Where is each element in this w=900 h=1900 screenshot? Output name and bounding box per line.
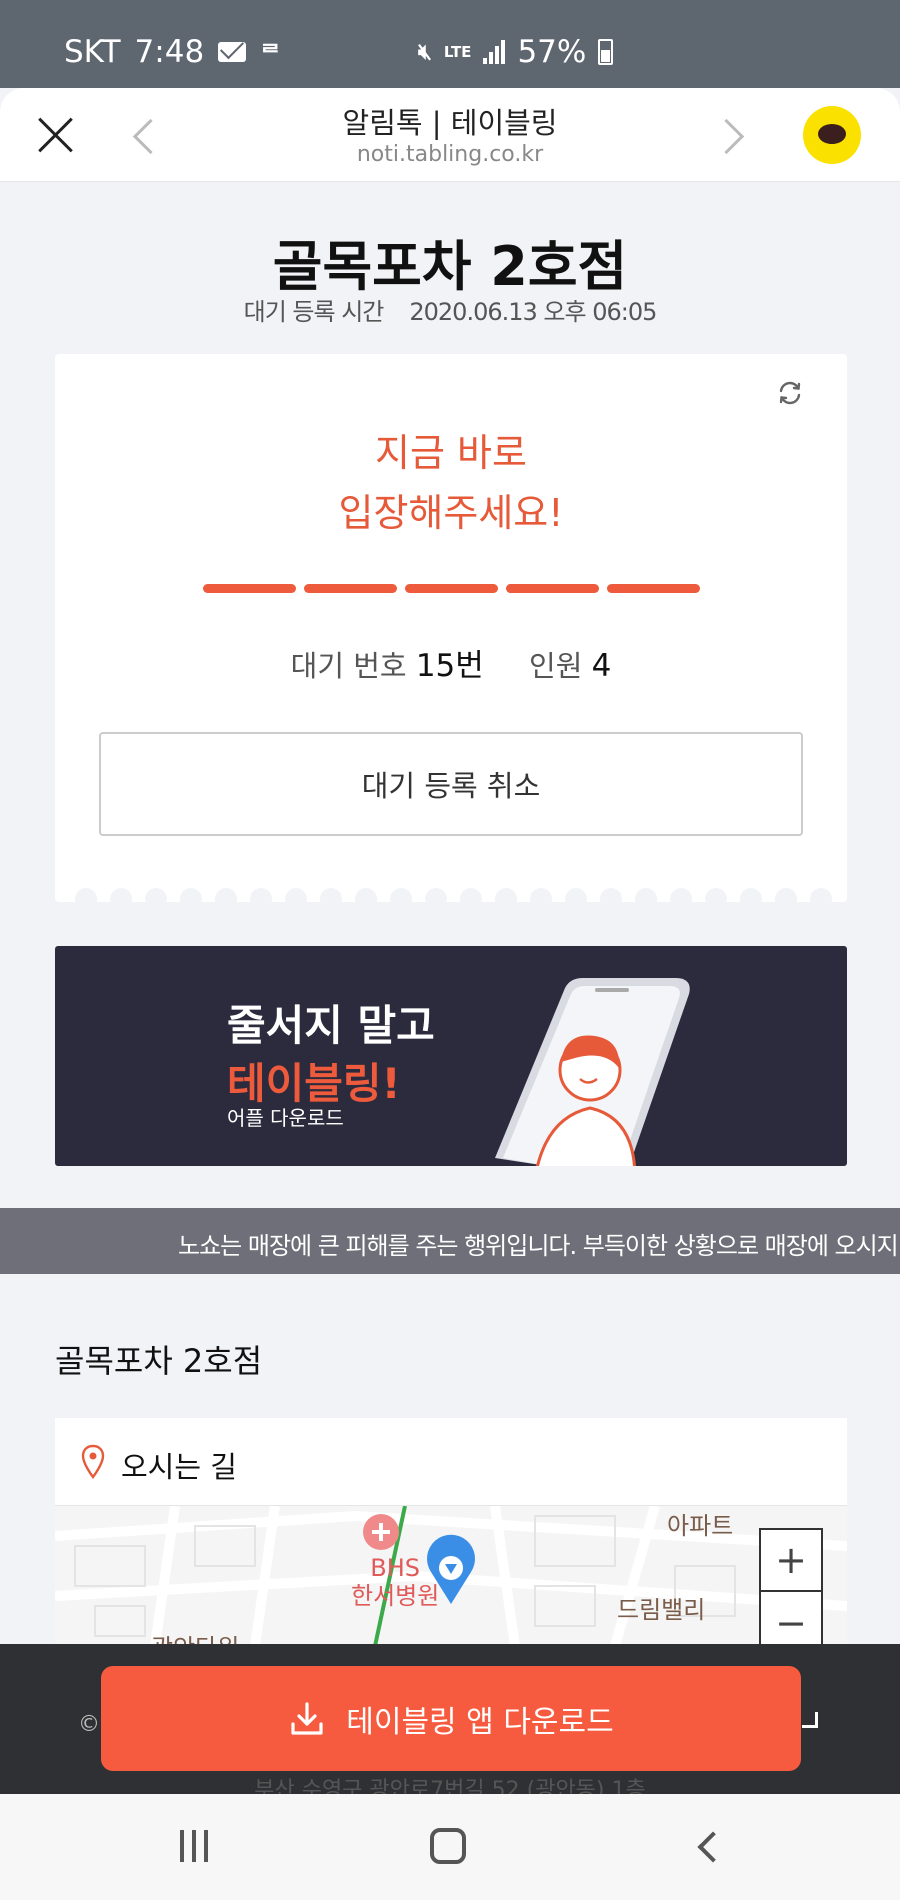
system-back-icon[interactable] <box>694 1830 726 1862</box>
phone-illustration <box>495 978 690 1166</box>
party-label: 인원 <box>529 649 583 683</box>
progress-step <box>304 584 397 593</box>
system-navigation-bar <box>0 1794 900 1900</box>
signal-icon <box>483 40 506 64</box>
banner-headline: 줄서지 말고 <box>227 1001 435 1050</box>
wait-info: 대기 번호 15번 인원 4 <box>55 640 847 685</box>
battery-icon <box>598 39 614 65</box>
no-show-notice: 노쇼는 매장에 큰 피해를 주는 행위입니다. 부득이한 상황으로 매장에 오시… <box>0 1208 900 1274</box>
kakaotalk-icon[interactable] <box>803 106 861 164</box>
status-message-line2: 입장해주세요! <box>338 491 564 535</box>
location-pin-icon <box>81 1444 105 1479</box>
mute-icon: 🔇︎ <box>418 39 432 65</box>
carrier: SKT <box>64 34 121 70</box>
party-value: 4 <box>591 648 612 684</box>
page-url: noti.tabling.co.kr <box>356 142 544 167</box>
status-left: SKT 7:48 ᄅ <box>64 34 280 70</box>
store-address: 부산 수영구 광안로7번길 52 (광안동) 1층 <box>254 1778 646 1794</box>
home-icon[interactable] <box>430 1828 466 1864</box>
network-type: LTE <box>443 43 472 61</box>
download-icon <box>291 1701 323 1735</box>
status-bar: SKT 7:48 ᄅ 🔇︎ LTE 57% <box>0 0 900 88</box>
refresh-icon[interactable] <box>775 378 805 408</box>
app-download-banner[interactable]: 줄서지 말고 테이블링! 어플 다운로드 <box>55 946 847 1166</box>
progress-step <box>607 584 700 593</box>
map-label-hospital: BHS 한서병원 <box>351 1554 440 1610</box>
progress-steps <box>203 584 700 593</box>
store-name: 골목포차 2호점 <box>272 235 628 298</box>
app-download-button[interactable]: 테이블링 앱 다운로드 <box>101 1666 801 1771</box>
progress-step <box>506 584 599 593</box>
cancel-registration-button[interactable]: 대기 등록 취소 <box>99 732 803 836</box>
mail-icon <box>218 42 247 62</box>
ticket-edge <box>75 888 832 910</box>
banner-subtext: 어플 다운로드 <box>227 1106 344 1130</box>
directions-label: 오시는 길 <box>121 1450 237 1484</box>
map-zoom-control: + − <box>759 1528 823 1646</box>
status-message-line1: 지금 바로 <box>375 431 527 475</box>
map-label-dreamvalley: 드림밸리 <box>617 1596 706 1624</box>
location-store-name: 골목포차 2호점 <box>55 1342 263 1380</box>
battery-percent: 57% <box>517 34 587 70</box>
page-title: 알림톡 | 테이블링 <box>342 106 558 140</box>
app-download-label: 테이블링 앱 다운로드 <box>346 1704 614 1740</box>
registration-time-value: 2020.06.13 오후 06:05 <box>409 298 657 326</box>
zoom-out-button[interactable]: − <box>761 1592 821 1646</box>
map-label-apartment: 아파트 <box>667 1512 734 1540</box>
status-right: 🔇︎ LTE 57% <box>418 34 614 70</box>
notification-icon: ᄅ <box>260 42 281 67</box>
wait-number-label: 대기 번호 <box>290 649 407 683</box>
wait-number-value: 15번 <box>415 648 484 684</box>
directions-header: 오시는 길 <box>55 1418 847 1506</box>
forward-arrow-icon[interactable] <box>718 116 742 156</box>
registration-time-label: 대기 등록 시간 <box>243 298 385 326</box>
progress-step <box>203 584 296 593</box>
browser-header: 알림톡 | 테이블링 noti.tabling.co.kr <box>0 88 900 182</box>
map-expand-icon[interactable] <box>802 1712 818 1728</box>
registration-time: 대기 등록 시간 2020.06.13 오후 06:05 <box>0 292 900 327</box>
zoom-in-button[interactable]: + <box>761 1530 821 1592</box>
clock: 7:48 <box>134 34 205 70</box>
map-copyright: © <box>78 1712 100 1737</box>
notice-text: 노쇼는 매장에 큰 피해를 주는 행위입니다. 부득이한 상황으로 매장에 오시… <box>178 1232 899 1260</box>
progress-step <box>405 584 498 593</box>
recent-apps-icon[interactable] <box>180 1830 214 1862</box>
map-view[interactable]: BHS 한서병원 아파트 드림밸리 광안타워 + − <box>55 1506 847 1646</box>
waiting-status-card: 지금 바로 입장해주세요! 대기 번호 15번 인원 4 대기 등록 취소 <box>55 354 847 910</box>
